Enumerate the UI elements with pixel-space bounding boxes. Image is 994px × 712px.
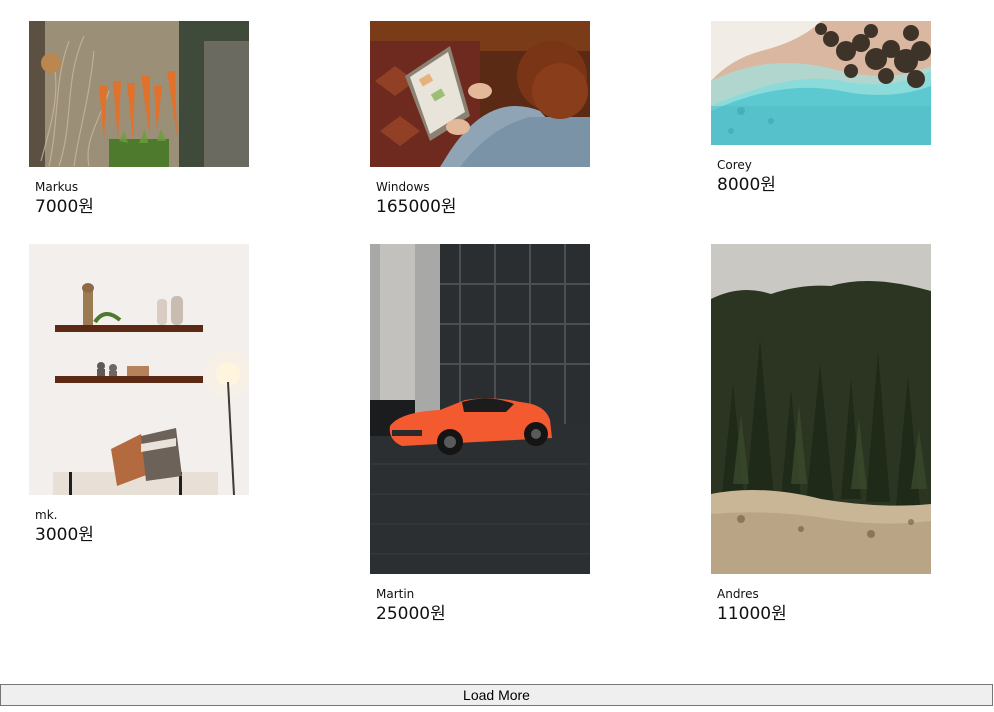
product-author: Andres	[717, 587, 759, 601]
product-image[interactable]	[370, 244, 590, 574]
product-price: 3000원	[35, 525, 94, 545]
product-author: Corey	[717, 158, 752, 172]
product-image[interactable]	[29, 244, 249, 495]
product-author: Martin	[376, 587, 415, 601]
product-author: Windows	[376, 180, 430, 194]
product-price: 11000원	[717, 604, 787, 624]
product-card[interactable]: Windows 165000원	[370, 21, 590, 217]
product-price: 165000원	[376, 197, 457, 217]
product-card[interactable]: Martin 25000원	[370, 244, 590, 624]
product-price: 25000원	[376, 604, 446, 624]
product-author: Markus	[35, 180, 79, 194]
product-price: 8000원	[717, 175, 776, 195]
product-card[interactable]: mk. 3000원	[29, 244, 249, 545]
product-image[interactable]	[370, 21, 590, 167]
product-card[interactable]: Markus 7000원	[29, 21, 249, 217]
product-card[interactable]: Andres 11000원	[711, 244, 931, 624]
product-image[interactable]	[711, 244, 931, 574]
product-image[interactable]	[711, 21, 931, 145]
load-more-button[interactable]: Load More	[0, 684, 993, 706]
product-gallery: Markus 7000원 Windows 165000원 Corey 8000원…	[0, 0, 994, 712]
product-card[interactable]: Corey 8000원	[711, 21, 931, 195]
product-author: mk.	[35, 508, 58, 522]
product-image[interactable]	[29, 21, 249, 167]
product-price: 7000원	[35, 197, 94, 217]
